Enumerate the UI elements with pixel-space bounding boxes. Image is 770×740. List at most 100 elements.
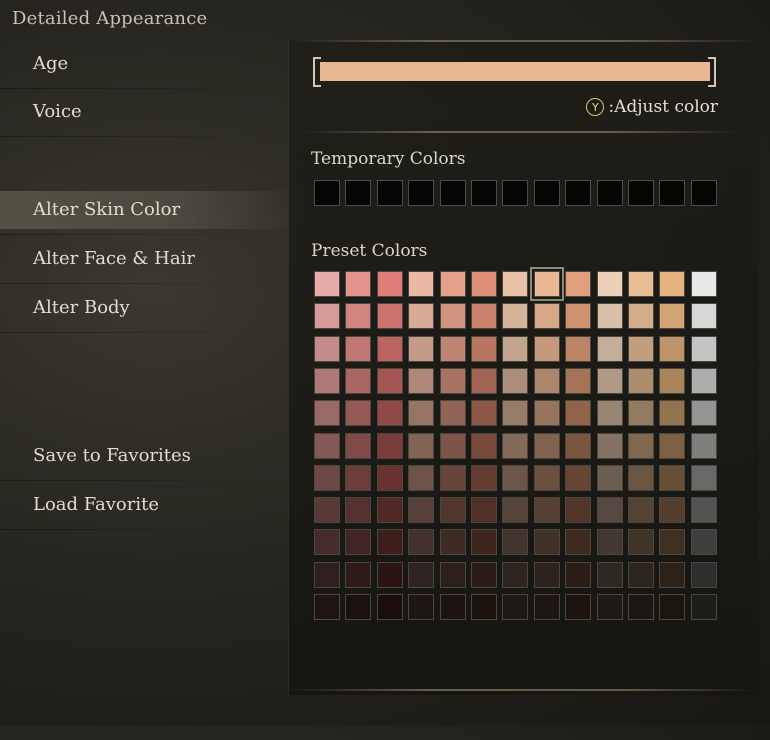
- adjust-color-hint[interactable]: Y :Adjust color: [586, 97, 718, 117]
- preset-color-swatch[interactable]: [314, 497, 340, 524]
- preset-color-swatch[interactable]: [659, 303, 686, 330]
- preset-color-swatch[interactable]: [408, 561, 435, 588]
- preset-color-swatch[interactable]: [565, 497, 592, 524]
- preset-color-swatch[interactable]: [565, 271, 592, 297]
- preset-color-swatch[interactable]: [502, 529, 529, 556]
- preset-color-swatch[interactable]: [565, 400, 592, 427]
- preset-color-swatch[interactable]: [314, 367, 340, 394]
- preset-color-swatch[interactable]: [376, 432, 403, 459]
- preset-color-swatch[interactable]: [439, 594, 466, 620]
- menu-item-alter-body[interactable]: Alter Body: [0, 289, 300, 333]
- preset-color-swatch[interactable]: [471, 529, 497, 556]
- preset-color-swatch[interactable]: [345, 529, 372, 556]
- preset-color-swatch[interactable]: [659, 335, 686, 362]
- preset-color-swatch[interactable]: [471, 561, 497, 588]
- preset-color-swatch[interactable]: [376, 271, 403, 297]
- preset-color-swatch[interactable]: [439, 497, 466, 524]
- preset-color-swatch[interactable]: [408, 271, 435, 297]
- preset-color-swatch[interactable]: [565, 561, 592, 588]
- preset-color-swatch[interactable]: [565, 335, 592, 362]
- preset-color-swatch[interactable]: [314, 594, 340, 620]
- temporary-color-slot[interactable]: [376, 180, 403, 206]
- preset-color-swatch[interactable]: [659, 400, 686, 427]
- preset-color-swatch[interactable]: [533, 561, 560, 588]
- preset-color-swatch[interactable]: [314, 271, 340, 297]
- preset-color-swatch[interactable]: [596, 464, 623, 491]
- preset-color-swatch[interactable]: [529, 267, 564, 301]
- temporary-color-slot[interactable]: [345, 180, 372, 206]
- preset-color-swatch[interactable]: [502, 335, 529, 362]
- preset-color-swatch[interactable]: [596, 400, 623, 427]
- preset-color-swatch[interactable]: [376, 400, 403, 427]
- preset-color-swatch[interactable]: [628, 464, 654, 491]
- preset-color-swatch[interactable]: [690, 529, 717, 556]
- preset-color-swatch[interactable]: [376, 529, 403, 556]
- menu-item-age[interactable]: Age: [0, 45, 300, 89]
- preset-color-swatch[interactable]: [314, 400, 340, 427]
- temporary-color-slot[interactable]: [533, 180, 560, 206]
- preset-color-swatch[interactable]: [690, 594, 717, 620]
- preset-color-swatch[interactable]: [471, 303, 497, 330]
- preset-color-swatch[interactable]: [376, 561, 403, 588]
- preset-color-swatch[interactable]: [628, 432, 654, 459]
- preset-color-swatch[interactable]: [690, 464, 717, 491]
- preset-color-swatch[interactable]: [471, 271, 497, 297]
- preset-color-swatch[interactable]: [533, 432, 560, 459]
- preset-color-swatch[interactable]: [596, 497, 623, 524]
- preset-color-swatch[interactable]: [345, 464, 372, 491]
- preset-color-swatch[interactable]: [502, 400, 529, 427]
- preset-color-swatch[interactable]: [345, 335, 372, 362]
- preset-color-swatch[interactable]: [565, 529, 592, 556]
- preset-color-swatch[interactable]: [439, 367, 466, 394]
- preset-color-swatch[interactable]: [345, 432, 372, 459]
- preset-color-swatch[interactable]: [533, 400, 560, 427]
- preset-color-swatch[interactable]: [471, 400, 497, 427]
- preset-color-swatch[interactable]: [408, 497, 435, 524]
- preset-color-swatch[interactable]: [439, 335, 466, 362]
- preset-color-swatch[interactable]: [690, 367, 717, 394]
- preset-color-swatch[interactable]: [471, 497, 497, 524]
- preset-color-swatch[interactable]: [533, 594, 560, 620]
- menu-item-load-favorite[interactable]: Load Favorite: [0, 486, 300, 530]
- preset-color-swatch[interactable]: [408, 303, 435, 330]
- preset-color-swatch[interactable]: [376, 464, 403, 491]
- preset-color-swatch[interactable]: [628, 561, 654, 588]
- preset-color-swatch[interactable]: [690, 303, 717, 330]
- temporary-color-slot[interactable]: [690, 180, 717, 206]
- preset-color-swatch[interactable]: [345, 367, 372, 394]
- preset-color-swatch[interactable]: [502, 367, 529, 394]
- preset-color-swatch[interactable]: [659, 367, 686, 394]
- preset-color-swatch[interactable]: [565, 594, 592, 620]
- preset-color-swatch[interactable]: [659, 271, 686, 297]
- preset-color-swatch[interactable]: [533, 464, 560, 491]
- preset-color-swatch[interactable]: [628, 497, 654, 524]
- preset-color-swatch[interactable]: [502, 432, 529, 459]
- preset-color-swatch[interactable]: [533, 303, 560, 330]
- preset-color-swatch[interactable]: [659, 529, 686, 556]
- preset-color-swatch[interactable]: [439, 432, 466, 459]
- preset-color-swatch[interactable]: [408, 594, 435, 620]
- preset-color-swatch[interactable]: [596, 594, 623, 620]
- preset-color-swatch[interactable]: [565, 303, 592, 330]
- preset-color-swatch[interactable]: [533, 497, 560, 524]
- preset-color-swatch[interactable]: [408, 335, 435, 362]
- temporary-color-slot[interactable]: [628, 180, 654, 206]
- preset-color-swatch[interactable]: [690, 335, 717, 362]
- preset-color-swatch[interactable]: [690, 497, 717, 524]
- preset-color-swatch[interactable]: [314, 529, 340, 556]
- preset-color-swatch[interactable]: [659, 464, 686, 491]
- preset-color-swatch[interactable]: [345, 400, 372, 427]
- preset-color-swatch[interactable]: [596, 335, 623, 362]
- preset-color-swatch[interactable]: [565, 464, 592, 491]
- preset-color-swatch[interactable]: [659, 432, 686, 459]
- preset-color-swatch[interactable]: [345, 594, 372, 620]
- preset-color-swatch[interactable]: [690, 561, 717, 588]
- preset-color-swatch[interactable]: [439, 400, 466, 427]
- preset-color-swatch[interactable]: [628, 400, 654, 427]
- preset-color-swatch[interactable]: [345, 303, 372, 330]
- preset-color-swatch[interactable]: [408, 367, 435, 394]
- preset-color-swatch[interactable]: [502, 594, 529, 620]
- preset-color-swatch[interactable]: [596, 561, 623, 588]
- preset-color-swatch[interactable]: [408, 432, 435, 459]
- preset-color-swatch[interactable]: [690, 400, 717, 427]
